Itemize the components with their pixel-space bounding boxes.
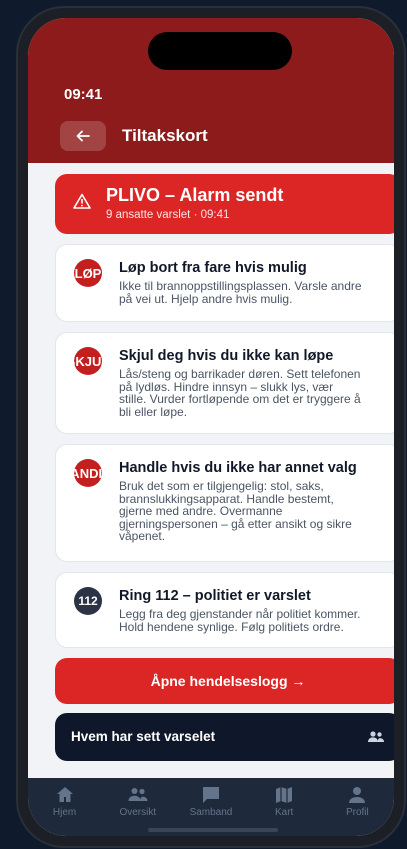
card-line: bli eller løpe.	[119, 404, 188, 419]
tab-label: Samband	[189, 807, 233, 818]
card-line: Ikke til brannoppstillingsplassen. Varsl…	[119, 279, 362, 293]
tab-label: Profil	[345, 807, 369, 818]
card-line: våpenet.	[119, 529, 166, 543]
card-line: Hold hendene synlige. Følg politiets ord…	[119, 619, 344, 634]
card-badge: SKJUL	[74, 347, 102, 375]
card-line: Bruk det som er tilgjengelig: stol, saks…	[119, 479, 324, 493]
alarm-banner: PLIVO – Alarm sendt 9 ansatte varslet · …	[55, 174, 394, 234]
alarm-subtitle: 9 ansatte varslet · 09:41	[106, 209, 230, 221]
action-card-hide: SKJUL Skjul deg hvis du ikke kan løpe Lå…	[55, 332, 394, 434]
phone-frame: 09:41 Tiltakskort PLIVO – Alarm sendt 9 …	[18, 8, 404, 846]
tab-label: Oversikt	[119, 807, 157, 818]
arrow-left-icon	[76, 130, 90, 142]
tab-label: Hjem	[52, 807, 77, 818]
open-log-button[interactable]: Åpne hendelseslogg →	[55, 658, 394, 704]
card-body: Lås/steng og barrikader døren. Sett tele…	[119, 368, 389, 418]
tab-home[interactable]: Hjem	[30, 785, 100, 836]
people-icon	[128, 788, 148, 801]
people-icon	[367, 730, 385, 749]
back-button[interactable]	[60, 121, 106, 151]
action-card-act: HANDLE Handle hvis du ikke har annet val…	[55, 444, 394, 562]
who-seen-button[interactable]: Hvem har sett varselet	[55, 713, 394, 761]
home-icon	[56, 787, 73, 802]
card-body: Bruk det som er tilgjengelig: stol, saks…	[119, 480, 389, 543]
user-icon	[349, 787, 366, 803]
app-screen: 09:41 Tiltakskort PLIVO – Alarm sendt 9 …	[28, 18, 394, 836]
warning-icon	[73, 193, 91, 214]
card-line: Legg fra deg gjenstander når politiet ko…	[119, 607, 361, 621]
card-line: gjerne med andre. Overmanne	[119, 504, 283, 518]
card-line: stille. Vurder fortløpende om det er try…	[119, 392, 361, 406]
status-time: 09:41	[64, 86, 103, 103]
card-badge: LØP	[74, 259, 102, 287]
card-title: Handle hvis du ikke har annet valg	[119, 460, 357, 476]
map-icon	[276, 787, 293, 803]
card-body: Ikke til brannoppstillingsplassen. Varsl…	[119, 280, 389, 305]
who-seen-label: Hvem har sett varselet	[71, 729, 216, 744]
card-badge: HANDLE	[74, 459, 102, 487]
card-title: Løp bort fra fare hvis mulig	[119, 260, 307, 276]
card-title: Skjul deg hvis du ikke kan løpe	[119, 348, 334, 364]
card-line: Lås/steng og barrikader døren. Sett tele…	[119, 367, 361, 381]
tab-label: Kart	[274, 807, 294, 818]
alarm-title: PLIVO – Alarm sendt	[106, 185, 284, 205]
dynamic-island	[148, 32, 292, 70]
chat-icon	[202, 787, 219, 803]
card-badge: 112	[74, 587, 102, 615]
card-body: Legg fra deg gjenstander når politiet ko…	[119, 608, 389, 633]
card-title: Ring 112 – politiet er varslet	[119, 588, 311, 604]
home-indicator	[148, 828, 278, 832]
action-card-call: 112 Ring 112 – politiet er varslet Legg …	[55, 572, 394, 648]
card-line: på vei ut. Hjelp andre hvis mulig.	[119, 291, 293, 306]
page-title: Tiltakskort	[122, 126, 208, 145]
action-card-run: LØP Løp bort fra fare hvis mulig Ikke ti…	[55, 244, 394, 322]
app-header: 09:41 Tiltakskort	[28, 18, 394, 163]
tab-profile[interactable]: Profil	[322, 785, 392, 836]
